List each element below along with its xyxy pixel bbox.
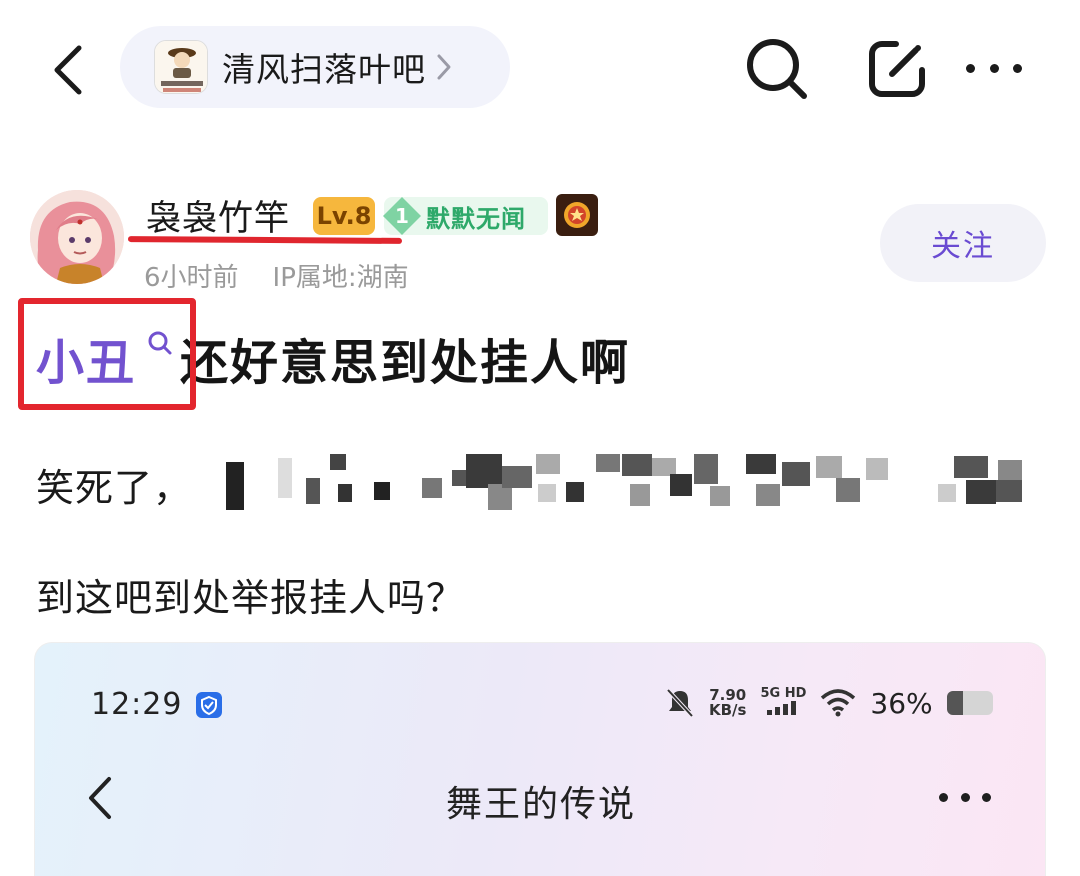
more-dot bbox=[989, 63, 999, 73]
shield-icon bbox=[196, 692, 222, 718]
follow-button[interactable]: 关注 bbox=[880, 204, 1046, 282]
medal-icon bbox=[556, 194, 598, 236]
author-avatar[interactable] bbox=[30, 190, 124, 284]
mosaic-redaction bbox=[226, 454, 1026, 514]
chevron-right-icon bbox=[436, 53, 452, 81]
post-image[interactable]: 12:29 7.90 KB/s 5G HD 36% 舞王的传说 bbox=[34, 642, 1046, 876]
search-icon bbox=[747, 39, 807, 99]
body-line-1-text: 笑死了， bbox=[36, 465, 193, 510]
annotation-box bbox=[18, 298, 196, 410]
back-button[interactable] bbox=[40, 38, 96, 102]
mute-bell-icon bbox=[666, 688, 694, 718]
title-badge-text: 默默无闻 bbox=[426, 204, 526, 233]
more-dot bbox=[1013, 63, 1022, 73]
title-badge-number: 1 bbox=[395, 204, 409, 228]
more-button[interactable] bbox=[962, 50, 1026, 86]
forum-logo bbox=[154, 40, 208, 94]
diamond-level-icon: 1 bbox=[382, 196, 422, 236]
top-bar: 清风扫落叶吧 bbox=[0, 0, 1080, 130]
embed-status-icons: 7.90 KB/s 5G HD 36% bbox=[665, 683, 993, 723]
forum-entry-chip[interactable]: 清风扫落叶吧 bbox=[120, 26, 510, 108]
member-title-badge: 1 默默无闻 bbox=[382, 196, 548, 236]
share-edit-button[interactable] bbox=[866, 38, 928, 100]
body-line-2: 到这吧到处举报挂人吗？ bbox=[36, 575, 466, 620]
post-title-text: 还好意思到处挂人啊 bbox=[180, 335, 631, 391]
body-line-1: 笑死了， bbox=[36, 454, 1036, 514]
author-name[interactable]: 袅袅竹竿 bbox=[146, 190, 290, 241]
search-button[interactable] bbox=[744, 36, 810, 102]
network-type: 5G HD bbox=[760, 686, 807, 701]
forum-name: 清风扫落叶吧 bbox=[222, 50, 426, 89]
back-arrow-icon bbox=[54, 45, 82, 95]
post-meta: 6小时前 IP属地:湖南 bbox=[144, 257, 409, 294]
embed-app-title: 舞王的传说 bbox=[445, 784, 636, 825]
signal-icon bbox=[767, 701, 797, 715]
embed-status-time: 12:29 bbox=[91, 687, 183, 722]
post-time: 6小时前 bbox=[144, 263, 239, 293]
edit-icon bbox=[869, 41, 925, 97]
post-body: 笑死了， 到这吧到处举报挂人吗？ bbox=[36, 454, 1036, 624]
level-badge: Lv.8 bbox=[313, 197, 375, 235]
battery-icon bbox=[946, 691, 993, 715]
more-icon bbox=[966, 63, 975, 73]
net-speed-unit: KB/s bbox=[709, 701, 747, 719]
ip-location: IP属地:湖南 bbox=[272, 263, 409, 293]
wifi-icon bbox=[821, 689, 856, 717]
battery-percent: 36% bbox=[870, 686, 933, 720]
annotation-underline bbox=[127, 236, 403, 244]
more-icon bbox=[939, 793, 991, 807]
net-speed: 7.90 KB/s bbox=[709, 688, 746, 718]
network-indicator: 5G HD bbox=[760, 687, 806, 719]
